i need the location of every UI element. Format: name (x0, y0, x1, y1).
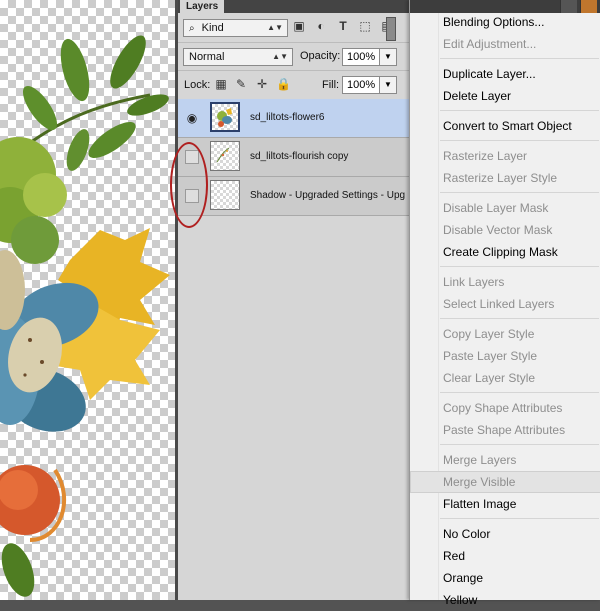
chevron-updown-icon: ▲▼ (272, 52, 288, 61)
menu-item-orange[interactable]: Orange (410, 567, 600, 589)
shape-filter-icon[interactable]: ⬚ (358, 19, 372, 33)
document-canvas[interactable] (0, 0, 178, 600)
menu-separator (410, 515, 600, 523)
blend-mode-value: Normal (189, 51, 225, 63)
menu-item-paste-layer-style[interactable]: Paste Layer Style (410, 345, 600, 367)
pixel-filter-icon[interactable]: ▣ (292, 19, 306, 33)
menu-separator (410, 315, 600, 323)
menu-item-create-clipping-mask[interactable]: Create Clipping Mask (410, 241, 600, 263)
menu-item-duplicate-layer[interactable]: Duplicate Layer... (410, 63, 600, 85)
menu-item-copy-shape-attributes[interactable]: Copy Shape Attributes (410, 397, 600, 419)
adjustment-filter-icon[interactable]: ◐ (314, 19, 328, 33)
lock-transparent-icon[interactable]: ▦ (214, 77, 228, 91)
layer-name: sd_liltots-flower6 (250, 112, 325, 123)
menu-item-select-linked-layers[interactable]: Select Linked Layers (410, 293, 600, 315)
menu-item-disable-vector-mask[interactable]: Disable Vector Mask (410, 219, 600, 241)
menu-item-rasterize-layer[interactable]: Rasterize Layer (410, 145, 600, 167)
menu-item-blending-options[interactable]: Blending Options... (410, 11, 600, 33)
menu-separator (410, 389, 600, 397)
layer-name: Shadow - Upgraded Settings - Upg (250, 190, 406, 201)
opacity-label: Opacity: (300, 50, 341, 62)
menu-separator (410, 189, 600, 197)
layer-thumbnail (210, 180, 240, 210)
menu-separator (410, 263, 600, 271)
menu-item-clear-layer-style[interactable]: Clear Layer Style (410, 367, 600, 389)
lock-position-icon[interactable]: ✛ (255, 77, 269, 91)
filter-toggle-icon[interactable] (386, 17, 396, 41)
opacity-dropdown-button[interactable]: ▼ (379, 48, 397, 66)
menu-item-no-color[interactable]: No Color (410, 523, 600, 545)
menu-item-merge-layers[interactable]: Merge Layers (410, 449, 600, 471)
fill-input[interactable]: 100% (342, 76, 380, 94)
menu-item-flatten-image[interactable]: Flatten Image (410, 493, 600, 515)
filter-kind-label: Kind (201, 22, 224, 34)
layer-thumbnail (210, 141, 240, 171)
eye-icon[interactable]: ◉ (185, 111, 199, 125)
layer-name: sd_liltots-flourish copy (250, 151, 349, 162)
fill-label: Fill: (322, 79, 340, 91)
menu-separator (410, 441, 600, 449)
menu-separator (410, 137, 600, 145)
menu-item-copy-layer-style[interactable]: Copy Layer Style (410, 323, 600, 345)
layers-tab[interactable]: Layers (180, 0, 225, 13)
filter-kind-select[interactable]: ⌕ Kind ▲▼ (183, 19, 288, 37)
scrapbook-artwork (0, 35, 170, 597)
menu-item-convert-to-smart-object[interactable]: Convert to Smart Object (410, 115, 600, 137)
menu-separator (410, 55, 600, 63)
chevron-updown-icon: ▲▼ (267, 23, 283, 32)
menu-item-link-layers[interactable]: Link Layers (410, 271, 600, 293)
opacity-input[interactable]: 100% (342, 48, 380, 66)
menu-item-merge-visible[interactable]: Merge Visible (410, 471, 600, 493)
lock-image-icon[interactable]: ✎ (234, 77, 248, 91)
annotation-circle (170, 142, 208, 228)
menu-item-red[interactable]: Red (410, 545, 600, 567)
menu-item-edit-adjustment[interactable]: Edit Adjustment... (410, 33, 600, 55)
fill-dropdown-button[interactable]: ▼ (379, 76, 397, 94)
menu-item-paste-shape-attributes[interactable]: Paste Shape Attributes (410, 419, 600, 441)
menu-items: Blending Options... Edit Adjustment... Dup… (410, 11, 600, 611)
type-filter-icon[interactable]: T (336, 19, 350, 33)
layer-thumbnail (210, 102, 240, 132)
layer-context-menu: Blending Options... Edit Adjustment... Dup… (409, 0, 600, 607)
menu-item-yellow[interactable]: Yellow (410, 589, 600, 611)
menu-item-disable-layer-mask[interactable]: Disable Layer Mask (410, 197, 600, 219)
menu-item-rasterize-layer-style[interactable]: Rasterize Layer Style (410, 167, 600, 189)
menu-item-delete-layer[interactable]: Delete Layer (410, 85, 600, 107)
lock-label: Lock: (184, 79, 211, 91)
menu-separator (410, 107, 600, 115)
blend-mode-select[interactable]: Normal ▲▼ (183, 48, 293, 66)
lock-all-icon[interactable]: 🔒 (276, 77, 291, 91)
filter-search-icon: ⌕ (189, 23, 195, 34)
